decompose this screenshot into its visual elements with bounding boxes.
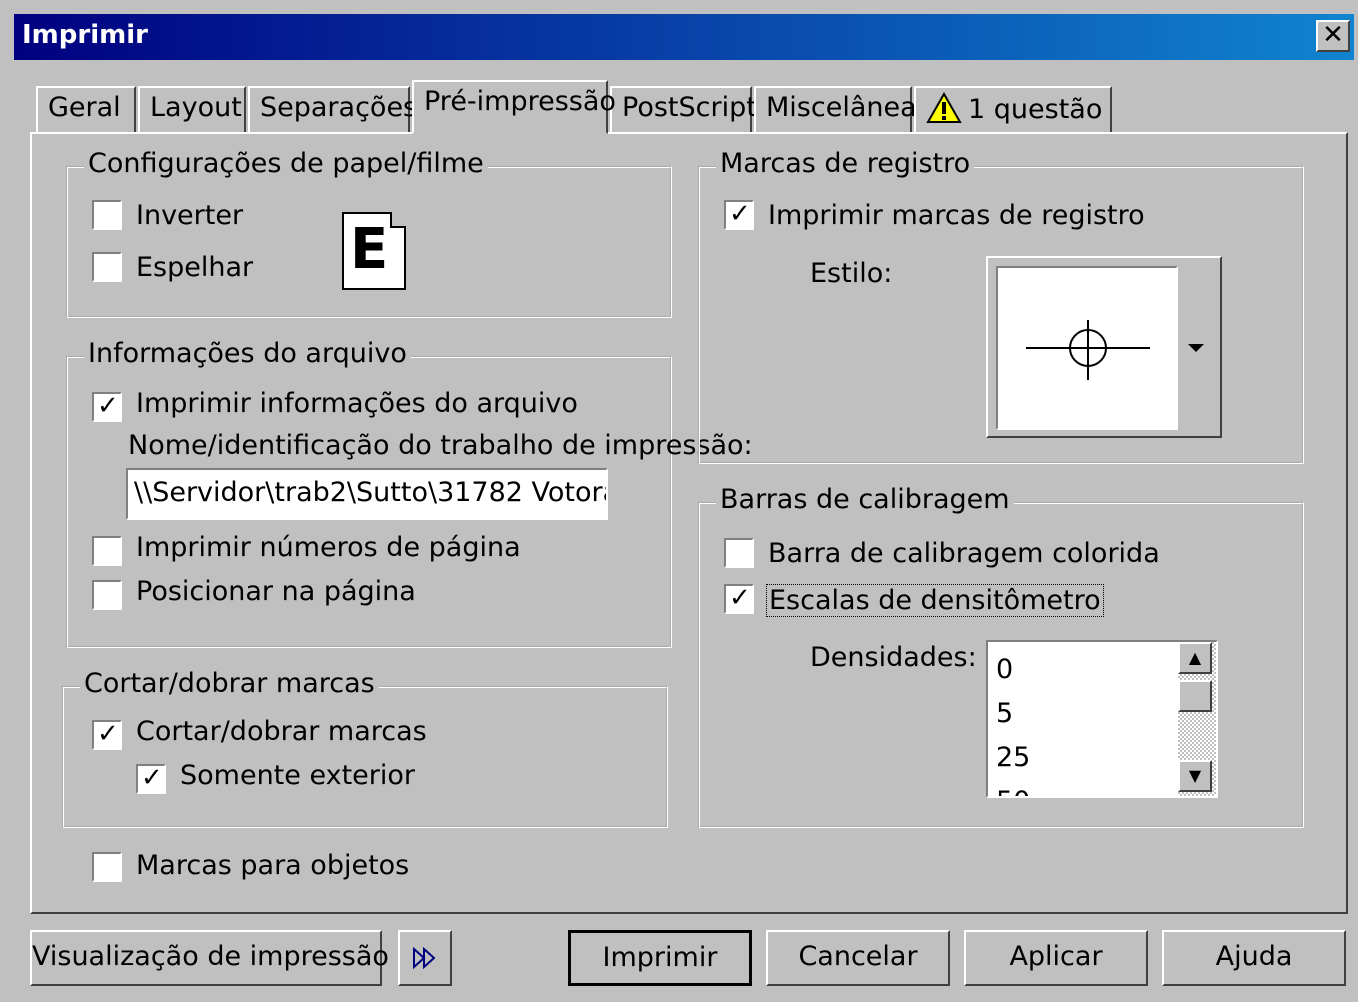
tab-geral[interactable]: Geral [36,86,136,132]
page-numbers-checkbox[interactable] [92,536,122,566]
invert-checkbox[interactable] [92,200,122,230]
densities-scrollbar[interactable]: ▲ ▼ [1178,642,1216,796]
mirror-checkbox[interactable] [92,252,122,282]
page-preview-icon: E [342,212,406,290]
print-file-info-label: Imprimir informações do arquivo [136,388,578,419]
job-name-label: Nome/identificação do trabalho de impres… [128,430,753,461]
page-preview-letter: E [350,217,389,282]
print-file-info-checkbox[interactable]: ✓ [92,391,122,422]
densitometer-scales-label: Escalas de densitômetro [766,584,1104,617]
style-label: Estilo: [810,258,893,289]
style-picker[interactable] [986,256,1222,438]
help-button[interactable]: Ajuda [1162,930,1346,986]
tab-pre-impressao[interactable]: Pré-impressão [412,80,616,134]
button-label: Aplicar [1009,941,1103,972]
tab-postscript[interactable]: PostScript [610,86,757,132]
position-on-page-checkbox[interactable] [92,580,122,610]
title-bar[interactable]: Imprimir ✕ [14,14,1354,60]
print-preview-button[interactable]: Visualização de impressão [30,930,389,986]
check-icon: ✓ [97,391,119,421]
style-preview [996,266,1178,430]
densities-label: Densidades: [810,642,977,673]
close-button[interactable]: ✕ [1316,20,1350,52]
scroll-up-button[interactable]: ▲ [1178,642,1212,674]
scroll-down-button[interactable]: ▼ [1178,760,1212,792]
crop-marks-group: Cortar/dobrar marcas [62,668,668,828]
tab-label: Pré-impressão [424,86,616,117]
position-on-page-label: Posicionar na página [136,576,416,607]
tab-miscelanea[interactable]: Miscelânea [754,86,917,132]
tab-layout[interactable]: Layout [138,86,246,132]
registration-mark-icon [1026,320,1150,380]
list-item[interactable]: 5 [996,692,1013,736]
crop-marks-label: Cortar/dobrar marcas [136,716,427,747]
group-title: Cortar/dobrar marcas [80,668,379,699]
tab-label: Miscelânea [766,92,917,123]
group-title: Configurações de papel/filme [84,148,488,179]
check-icon: ✓ [141,763,163,793]
invert-label: Inverter [136,200,244,231]
button-label: Cancelar [798,941,918,972]
tab-label: Separações [260,92,418,123]
group-title: Marcas de registro [716,148,975,179]
print-button[interactable]: Imprimir [568,930,752,986]
print-registration-label: Imprimir marcas de registro [768,200,1145,231]
tab-separacoes[interactable]: Separações [248,86,417,132]
densitometer-scales-checkbox[interactable]: ✓ [724,583,754,614]
color-calibration-bar-checkbox[interactable] [724,538,754,568]
check-icon: ✓ [729,199,751,229]
tab-label: 1 questão [968,94,1103,125]
check-icon: ✓ [97,719,119,749]
apply-button[interactable]: Aplicar [964,930,1148,986]
print-dialog: Imprimir ✕ Geral Layout Separações Pré-i… [0,0,1358,1002]
arrow-up-icon: ▲ [1188,648,1202,667]
print-registration-checkbox[interactable]: ✓ [724,199,754,230]
button-label: Ajuda [1215,941,1293,972]
tab-label: PostScript [622,92,757,123]
arrow-down-icon: ▼ [1188,766,1202,785]
button-label: Visualização de impressão [32,941,389,972]
tab-label: Layout [150,92,242,123]
window-title: Imprimir [22,20,148,50]
cancel-button[interactable]: Cancelar [766,930,950,986]
group-title: Barras de calibragem [716,484,1014,515]
expand-preview-button[interactable] [398,930,452,986]
list-item[interactable]: 25 [996,736,1030,780]
scroll-thumb[interactable] [1178,680,1212,712]
job-name-input[interactable]: \\Servidor\trab2\Sutto\31782 Votoranti [126,468,608,520]
tab-label: Geral [48,92,121,123]
tab-questao[interactable]: 1 questão [914,86,1112,132]
dropdown-arrow-icon [1188,344,1204,352]
object-marks-checkbox[interactable] [92,852,122,882]
mirror-label: Espelhar [136,252,254,283]
object-marks-label: Marcas para objetos [136,850,410,881]
button-label: Imprimir [602,942,718,973]
page-numbers-label: Imprimir números de página [136,532,521,563]
group-title: Informações do arquivo [84,338,411,369]
color-calibration-bar-label: Barra de calibragem colorida [768,538,1160,569]
check-icon: ✓ [729,583,751,613]
warning-icon [926,91,962,123]
double-arrow-icon [413,946,436,970]
densities-list[interactable]: 0 5 25 50 ▲ ▼ [986,640,1218,798]
exterior-only-label: Somente exterior [180,760,415,791]
crop-marks-checkbox[interactable]: ✓ [92,719,122,750]
list-item[interactable]: 0 [996,648,1013,692]
exterior-only-checkbox[interactable]: ✓ [136,763,166,794]
close-icon: ✕ [1322,20,1344,50]
list-item[interactable]: 50 [996,780,1030,796]
